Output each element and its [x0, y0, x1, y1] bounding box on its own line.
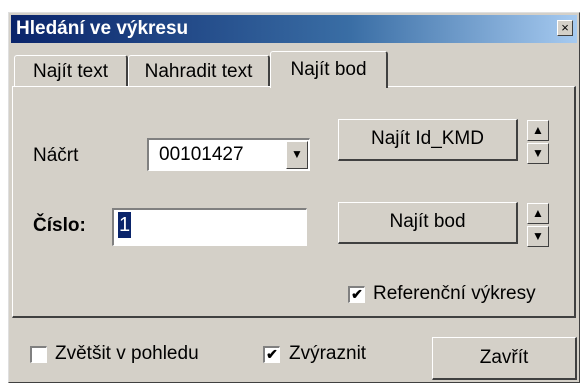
nacrt-value: 00101427: [159, 144, 244, 165]
close-button[interactable]: Zavřít: [432, 337, 577, 380]
cislo-label: Číslo:: [33, 215, 86, 236]
tab-replace-text[interactable]: Nahradit text: [128, 55, 270, 86]
cislo-value: 1: [118, 212, 132, 238]
zoom-checkbox[interactable]: [30, 346, 47, 363]
spin-up-icon[interactable]: ▲: [527, 120, 549, 141]
nacrt-combo[interactable]: 00101427 ▼: [147, 138, 310, 171]
tab-find-text[interactable]: Najít text: [14, 55, 128, 86]
window-title: Hledání ve výkresu: [16, 18, 189, 39]
find-point-button[interactable]: Najít bod: [338, 202, 518, 244]
zoom-checkbox-label: Zvětšit v pohledu: [55, 343, 199, 364]
find-kmd-button[interactable]: Najít Id_KMD: [338, 119, 518, 161]
highlight-checkbox-label: Zvýraznit: [289, 343, 367, 364]
spin-down-icon[interactable]: ▼: [527, 143, 549, 164]
spin-down-icon[interactable]: ▼: [527, 226, 549, 247]
find-point-panel: Náčrt 00101427 ▼ Číslo: 1 Najít Id_KMD ▲…: [12, 86, 576, 318]
title-bar[interactable]: Hledání ve výkresu ×: [11, 15, 577, 43]
reference-checkbox-label: Referenční výkresy: [373, 283, 536, 304]
reference-checkbox[interactable]: ✔: [348, 286, 365, 303]
highlight-checkbox[interactable]: ✔: [263, 346, 280, 363]
tab-find-point[interactable]: Najít bod: [270, 51, 388, 88]
cislo-input[interactable]: 1: [112, 208, 307, 246]
chevron-down-icon[interactable]: ▼: [286, 141, 308, 169]
spin-up-icon[interactable]: ▲: [527, 203, 549, 224]
nacrt-label: Náčrt: [33, 145, 79, 166]
find-in-drawing-dialog: Hledání ve výkresu × Najít text Nahradit…: [8, 12, 580, 383]
close-icon[interactable]: ×: [557, 20, 573, 36]
